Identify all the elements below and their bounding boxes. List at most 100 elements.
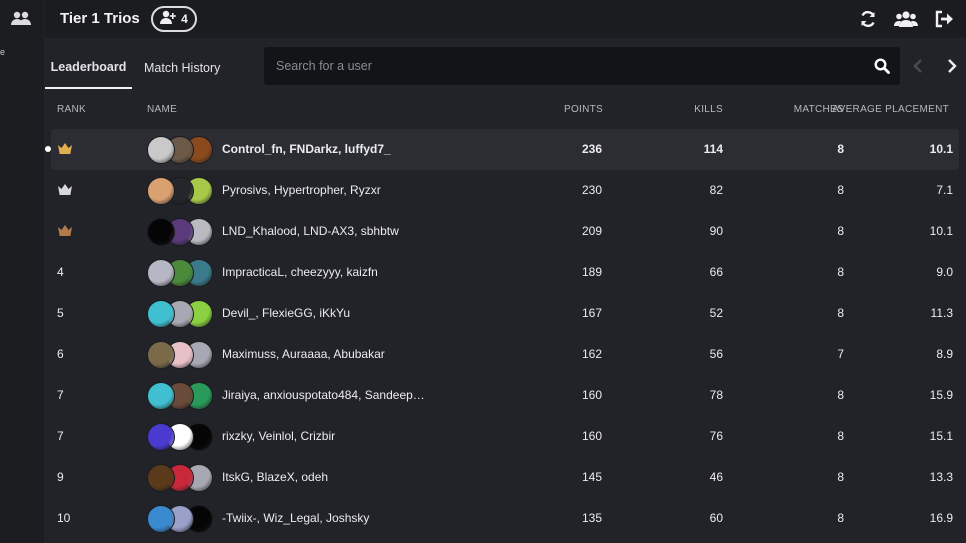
friends-icon[interactable]: [894, 7, 918, 31]
kills-value: 114: [703, 142, 723, 156]
avatar[interactable]: [147, 341, 175, 369]
leaderboard-row[interactable]: 7 Jiraiya, anxiouspotato484, Sandeep… 160 7…: [51, 375, 959, 416]
leaderboard-row[interactable]: 4 ImpracticaL, cheezyyy, kaizfn 189 66 8 9.0: [51, 252, 959, 293]
kills-value: 66: [709, 265, 723, 279]
team-size-badge[interactable]: 4: [151, 6, 197, 32]
chevron-right-icon[interactable]: [944, 54, 960, 78]
avatar[interactable]: [147, 259, 175, 287]
kills-value: 52: [709, 306, 723, 320]
team-names[interactable]: ImpracticaL, cheezyyy, kaizfn: [222, 265, 442, 279]
matches-value: 7: [837, 347, 844, 361]
avatar[interactable]: [147, 505, 175, 533]
user-group-icon: [160, 10, 176, 29]
leaderboard-row[interactable]: 5 Devil_, FlexieGG, iKkYu 167 52 8 11.3: [51, 293, 959, 334]
team-avatars[interactable]: [147, 505, 213, 533]
rank-value: 7: [57, 388, 64, 402]
leaderboard-row[interactable]: 7 rixzky, Veinlol, Crizbir 160 76 8 15.1: [51, 416, 959, 457]
leaderboard-row[interactable]: LND_Khalood, LND-AX3, sbhbtw 209 90 8 10.1: [51, 211, 959, 252]
tab-leaderboard[interactable]: Leaderboard: [45, 47, 132, 89]
team-names[interactable]: rixzky, Veinlol, Crizbir: [222, 429, 442, 443]
leaderboard-row[interactable]: 10 -Twiix-, Wiz_Legal, Joshsky 135 60 8 16.9: [51, 498, 959, 539]
avatar[interactable]: [147, 218, 175, 246]
average-placement-value: 15.1: [929, 429, 953, 443]
column-header-kills[interactable]: KILLS: [694, 104, 723, 115]
points-value: 230: [581, 183, 602, 197]
team-names[interactable]: Devil_, FlexieGG, iKkYu: [222, 306, 442, 320]
average-placement-value: 11.3: [930, 306, 953, 320]
search-icon[interactable]: [872, 56, 892, 76]
search-input[interactable]: [264, 47, 864, 85]
avatar[interactable]: [147, 136, 175, 164]
team-avatars[interactable]: [147, 464, 213, 492]
points-value: 135: [581, 511, 602, 525]
points-value: 160: [581, 429, 602, 443]
avatar[interactable]: [147, 423, 175, 451]
page-title: Tier 1 Trios: [60, 10, 140, 27]
team-names[interactable]: LND_Khalood, LND-AX3, sbhbtw: [222, 224, 442, 238]
points-value: 189: [581, 265, 602, 279]
points-value: 162: [581, 347, 602, 361]
leaderboard-row[interactable]: 9 ItskG, BlazeX, odeh 145 46 8 13.3: [51, 457, 959, 498]
team-names[interactable]: Jiraiya, anxiouspotato484, Sandeep…: [222, 388, 442, 402]
team-names[interactable]: Control_fn, FNDarkz, luffyd7_: [222, 142, 442, 156]
matches-value: 8: [837, 388, 844, 402]
team-names[interactable]: Maximuss, Auraaaa, Abubakar: [222, 347, 442, 361]
team-avatars[interactable]: [147, 136, 213, 164]
average-placement-value: 10.1: [929, 224, 953, 238]
points-value: 145: [581, 470, 602, 484]
pagination: [910, 54, 960, 78]
refresh-icon[interactable]: [856, 7, 880, 31]
column-header-name[interactable]: NAME: [147, 104, 177, 115]
column-header-average-placement[interactable]: AVERAGE PLACEMENT: [832, 104, 949, 115]
logout-icon[interactable]: [932, 7, 956, 31]
sidebar-edge-mark: e: [0, 47, 6, 57]
search-bar: [264, 47, 900, 85]
team-names[interactable]: ItskG, BlazeX, odeh: [222, 470, 442, 484]
average-placement-value: 10.1: [929, 142, 953, 156]
top-bar: Tier 1 Trios 4: [45, 0, 966, 38]
team-avatars[interactable]: [147, 423, 213, 451]
team-size-count: 4: [181, 12, 188, 26]
leaderboard-row[interactable]: 6 Maximuss, Auraaaa, Abubakar 162 56 7 8.9: [51, 334, 959, 375]
avatar[interactable]: [147, 382, 175, 410]
rank-value: 9: [57, 470, 64, 484]
team-avatars[interactable]: [147, 382, 213, 410]
avatar[interactable]: [147, 177, 175, 205]
average-placement-value: 9.0: [936, 265, 953, 279]
avatar[interactable]: [147, 464, 175, 492]
matches-value: 8: [837, 142, 844, 156]
team-avatars[interactable]: [147, 218, 213, 246]
column-header-rank[interactable]: RANK: [57, 104, 86, 115]
team-avatars[interactable]: [147, 300, 213, 328]
matches-value: 8: [837, 429, 844, 443]
leaderboard-row[interactable]: Control_fn, FNDarkz, luffyd7_ 236 114 8 10.1: [45, 129, 959, 170]
column-header-points[interactable]: POINTS: [564, 104, 603, 115]
chevron-left-icon[interactable]: [910, 54, 926, 78]
points-value: 236: [581, 142, 602, 156]
team-avatars[interactable]: [147, 259, 213, 287]
leaderboard-row[interactable]: Pyrosivs, Hypertropher, Ryzxr 230 82 8 7.1: [51, 170, 959, 211]
kills-value: 82: [709, 183, 723, 197]
rank-value: 4: [57, 265, 64, 279]
users-icon[interactable]: [9, 6, 33, 30]
kills-value: 46: [709, 470, 723, 484]
average-placement-value: 7.1: [936, 183, 953, 197]
matches-value: 8: [837, 470, 844, 484]
matches-value: 8: [837, 265, 844, 279]
team-names[interactable]: Pyrosivs, Hypertropher, Ryzxr: [222, 183, 442, 197]
crown-icon: [57, 142, 87, 154]
rank-value: 6: [57, 347, 64, 361]
kills-value: 76: [709, 429, 723, 443]
leaderboard-table: Control_fn, FNDarkz, luffyd7_ 236 114 8 10.1…: [45, 129, 959, 539]
avatar[interactable]: [147, 300, 175, 328]
team-names[interactable]: -Twiix-, Wiz_Legal, Joshsky: [222, 511, 442, 525]
tab-bar: Leaderboard Match History: [45, 47, 232, 89]
team-avatars[interactable]: [147, 177, 213, 205]
average-placement-value: 8.9: [936, 347, 953, 361]
points-value: 160: [581, 388, 602, 402]
tab-match-history[interactable]: Match History: [132, 47, 232, 89]
average-placement-value: 13.3: [929, 470, 953, 484]
leaderboard-panel: Leaderboard Match History RANK NAME POIN…: [45, 38, 966, 543]
crown-icon: [57, 224, 87, 236]
team-avatars[interactable]: [147, 341, 213, 369]
